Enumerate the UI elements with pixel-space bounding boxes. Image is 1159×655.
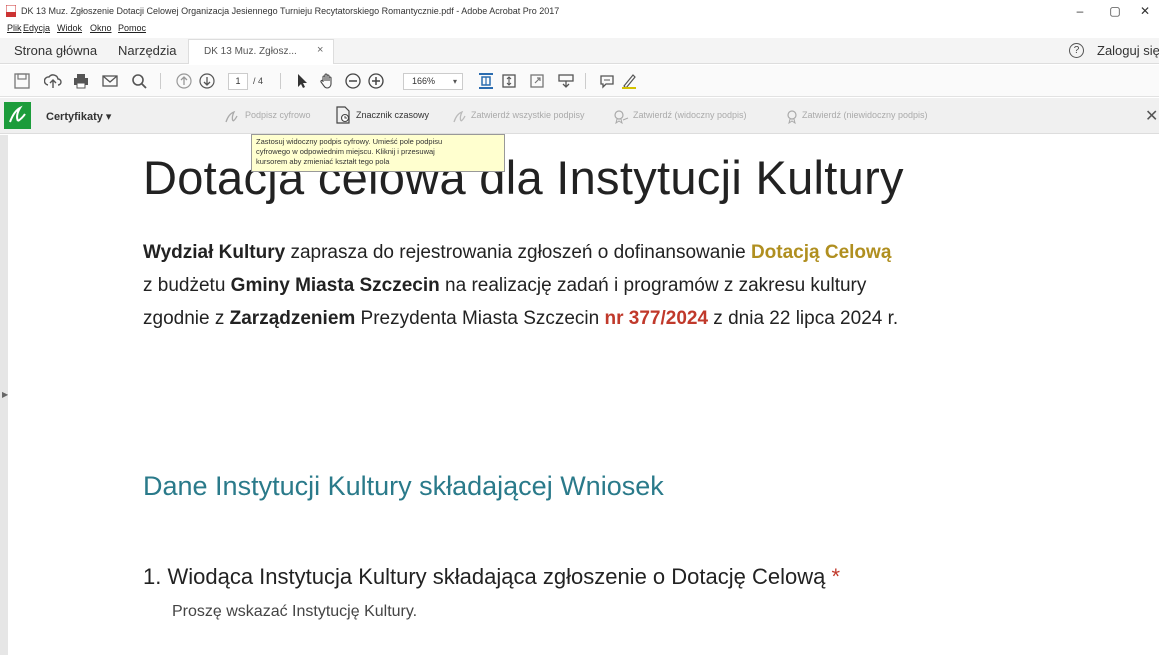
- question-1-label: 1. Wiodąca Instytucja Kultury składająca…: [143, 564, 826, 589]
- menu-item-edycja[interactable]: Edycja: [23, 23, 50, 33]
- intro-line-3: zgodnie z Zarządzeniem Prezydenta Miasta…: [143, 308, 898, 330]
- timestamp-button[interactable]: Znacznik czasowy: [356, 110, 429, 120]
- menu-item-pomoc[interactable]: Pomoc: [118, 23, 146, 33]
- comment-icon[interactable]: [598, 72, 616, 90]
- scroll-mode-icon[interactable]: [500, 72, 518, 90]
- intro-bold-zarzadzenie: Zarządzeniem: [229, 308, 356, 329]
- intro-line-1: Wydział Kultury zaprasza do rejestrowani…: [143, 242, 891, 264]
- zoom-in-icon[interactable]: [367, 72, 385, 90]
- toolbar-divider: [280, 73, 281, 89]
- validate-all-signatures-button[interactable]: Zatwierdź wszystkie podpisy: [471, 110, 585, 120]
- select-cursor-icon[interactable]: [293, 72, 311, 90]
- menu-item-okno[interactable]: Okno: [90, 23, 112, 33]
- chevron-down-icon: ▾: [452, 77, 457, 86]
- zoom-value: 166%: [412, 76, 436, 86]
- section-title: Dane Instytucji Kultury składającej Wnio…: [143, 471, 664, 501]
- upload-cloud-icon[interactable]: [43, 72, 62, 90]
- close-toolbar-icon[interactable]: ✕: [1145, 106, 1158, 126]
- title-bar: DK 13 Muz. Zgłoszenie Dotacji Celowej Or…: [0, 0, 1159, 22]
- certificates-menu[interactable]: Certyfikaty ▾: [46, 110, 111, 123]
- intro-line-2: z budżetu Gminy Miasta Szczecin na reali…: [143, 275, 866, 297]
- sign-digitally-button[interactable]: Podpisz cyfrowo: [245, 110, 311, 120]
- tooltip-line: Zastosuj widoczny podpis cyfrowy. Umieść…: [256, 137, 443, 146]
- hand-tool-icon[interactable]: [318, 72, 336, 90]
- intro-text: z dnia 22 lipca 2024 r.: [708, 308, 899, 329]
- intro-bold-gmina: Gminy Miasta Szczecin: [230, 275, 440, 296]
- certificates-toolbar: Certyfikaty ▾ Podpisz cyfrowo Znacznik c…: [0, 98, 1159, 134]
- menu-item-widok[interactable]: Widok: [57, 23, 82, 33]
- previous-page-icon[interactable]: [175, 72, 193, 90]
- pdf-file-icon: [6, 5, 16, 17]
- intro-bold-wydzial: Wydział Kultury: [143, 242, 286, 263]
- page-total: / 4: [253, 76, 264, 86]
- print-icon[interactable]: [72, 72, 90, 90]
- next-page-icon[interactable]: [198, 72, 216, 90]
- validate-visible-signature-button[interactable]: Zatwierdź (widoczny podpis): [633, 110, 747, 120]
- read-mode-icon[interactable]: [557, 72, 575, 90]
- validate-invisible-signature-button[interactable]: Zatwierdź (niewidoczny podpis): [802, 110, 928, 120]
- intro-highlight-number: nr 377/2024: [604, 308, 709, 329]
- search-icon[interactable]: [130, 72, 148, 90]
- validate-invisible-signature-icon: [785, 110, 799, 126]
- full-screen-icon[interactable]: [528, 72, 546, 90]
- tab-home[interactable]: Strona główna: [14, 43, 97, 58]
- help-icon[interactable]: ?: [1069, 43, 1084, 58]
- minimize-button[interactable]: –: [1066, 3, 1094, 19]
- question-1: 1. Wiodąca Instytucja Kultury składająca…: [143, 564, 840, 590]
- menu-bar: Plik Edycja Widok Okno Pomoc: [0, 22, 1159, 36]
- page-number-input[interactable]: 1: [228, 73, 248, 90]
- required-mark: *: [825, 564, 841, 589]
- tooltip: Zastosuj widoczny podpis cyfrowy. Umieść…: [251, 134, 505, 172]
- window-title: DK 13 Muz. Zgłoszenie Dotacji Celowej Or…: [21, 6, 560, 16]
- intro-highlight-dotacja: Dotacją Celową: [750, 242, 892, 263]
- intro-text: Prezydenta Miasta Szczecin: [355, 308, 605, 329]
- login-link[interactable]: Zaloguj się: [1097, 43, 1159, 58]
- zoom-select[interactable]: 166% ▾: [403, 73, 463, 90]
- validate-all-signatures-icon: [452, 110, 466, 126]
- zoom-out-icon[interactable]: [344, 72, 362, 90]
- validate-visible-signature-icon: [613, 110, 629, 126]
- intro-text: zgodnie z: [143, 308, 230, 329]
- toolbar-divider: [160, 73, 161, 89]
- menu-item-plik[interactable]: Plik: [7, 23, 22, 33]
- intro-text: zaprasza do rejestrowania zgłoszeń o dof…: [285, 242, 751, 263]
- fit-page-icon[interactable]: [477, 72, 495, 90]
- main-toolbar: 1 / 4 166% ▾: [0, 65, 1159, 97]
- maximize-button[interactable]: ▢: [1101, 3, 1129, 19]
- highlight-pen-icon[interactable]: [620, 72, 638, 90]
- tooltip-line: cyfrowego w odpowiednim miejscu. Kliknij…: [256, 147, 435, 156]
- intro-text: z budżetu: [143, 275, 231, 296]
- tab-document-label: DK 13 Muz. Zgłosz...: [204, 46, 297, 57]
- intro-text: na realizację zadań i programów z zakres…: [439, 275, 867, 296]
- tooltip-line: kursorem aby zmieniać kształt tego pola: [256, 157, 390, 166]
- question-1-hint: Proszę wskazać Instytucję Kultury.: [172, 603, 418, 620]
- close-window-button[interactable]: ✕: [1131, 3, 1159, 19]
- sign-digitally-icon: [224, 110, 238, 126]
- certificates-tool-icon[interactable]: [4, 102, 31, 129]
- tab-row: Strona główna Narzędzia DK 13 Muz. Zgłos…: [0, 38, 1159, 64]
- toolbar-divider: [585, 73, 586, 89]
- timestamp-icon: [335, 106, 351, 126]
- save-icon[interactable]: [13, 72, 31, 90]
- close-tab-icon[interactable]: ×: [317, 44, 323, 56]
- tab-document[interactable]: DK 13 Muz. Zgłosz... ×: [188, 39, 334, 64]
- tab-tools[interactable]: Narzędzia: [118, 43, 177, 58]
- email-icon[interactable]: [101, 72, 119, 90]
